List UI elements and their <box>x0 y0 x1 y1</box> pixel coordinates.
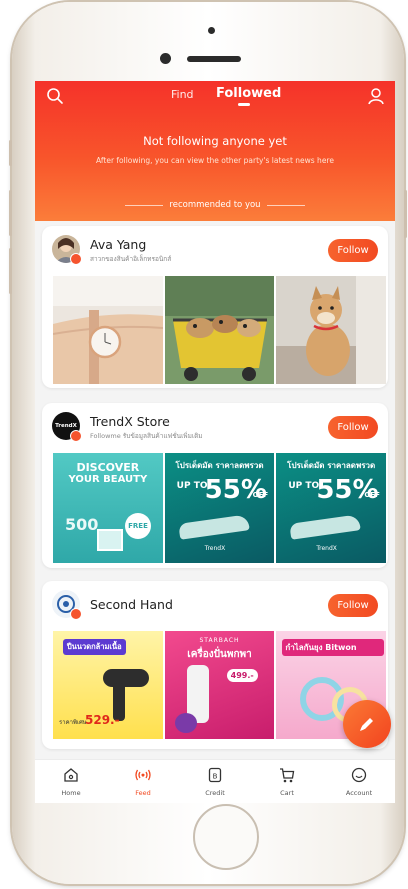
front-sensor <box>208 27 215 34</box>
empty-state-subtitle: After following, you can view the other … <box>96 156 334 165</box>
user-icon[interactable] <box>364 84 388 108</box>
mute-switch <box>9 140 12 166</box>
nav-label: Credit <box>205 789 225 797</box>
product-thumbnails <box>53 276 387 384</box>
up-to-55-off-banner[interactable]: โปรเด็ดมัด ราคาลดพรวด UP TO 55% OFF Tren… <box>164 453 275 563</box>
banner-discount: 55% <box>316 475 379 505</box>
banner-up-to: UP TO <box>176 481 208 491</box>
store-card-trendx-store[interactable]: TrendX TrendX Store Followme รับข้อมูลสิ… <box>42 403 388 568</box>
top-bar: Find Followed <box>35 81 395 111</box>
banner-line1: DISCOVER <box>76 461 140 474</box>
bottom-navigation: Home Feed B Credit Cart Account <box>35 759 395 803</box>
divider-right <box>267 205 305 206</box>
pencil-icon[interactable] <box>343 700 391 748</box>
verified-badge-icon <box>70 608 82 620</box>
volume-down-button <box>9 248 12 294</box>
svg-text:B: B <box>213 773 218 781</box>
fruit-shape <box>174 713 197 733</box>
product-thumbnails: DISCOVER YOUR BEAUTY 500 FREE โปรเด็ดมัด… <box>53 453 387 563</box>
price-label: ราคาพิเศษ <box>59 719 87 726</box>
banner-headline: โปรเด็ดมัด ราคาลดพรวด <box>287 461 376 470</box>
watch-on-wrist-photo[interactable] <box>53 276 163 384</box>
card-header: Second Hand Follow <box>42 581 388 629</box>
banner-headline: เครื่องปั่นพกพา <box>187 649 252 660</box>
front-camera <box>160 53 171 64</box>
empty-state-title: Not following anyone yet <box>143 134 287 148</box>
banner-brand: TrendX <box>204 545 226 552</box>
card-header: Ava Yang สาวกของสินค้าอิเล็กทรอนิกส์ Fol… <box>42 226 388 274</box>
price-tag: 499.- <box>226 669 258 682</box>
banner-off: OFF <box>364 491 380 499</box>
follow-button[interactable]: Follow <box>328 239 378 262</box>
puppies-in-wagon-photo[interactable] <box>164 276 275 384</box>
nav-label: Cart <box>280 789 294 797</box>
portable-blender-banner[interactable]: STARBACH เครื่องปั่นพกพา 499.- <box>164 631 275 739</box>
banner-headline: กำไลกันยุง Bitwon <box>282 639 385 656</box>
app-screen: Find Followed Not following anyone yet A… <box>35 81 395 803</box>
store-name[interactable]: Second Hand <box>90 597 173 612</box>
banner-up-to: UP TO <box>288 481 320 491</box>
store-name[interactable]: Ava Yang <box>90 237 146 252</box>
banner-off: OFF <box>252 491 269 499</box>
earpiece-speaker <box>187 56 241 62</box>
free-gift-badge: FREE <box>125 513 151 539</box>
header: Find Followed Not following anyone yet A… <box>35 81 395 221</box>
store-card-ava-yang[interactable]: Ava Yang สาวกของสินค้าอิเล็กทรอนิกส์ Fol… <box>42 226 388 388</box>
product-thumbnails: ปืนนวดกล้ามเนื้อ ราคาพิเศษ 529.- STARBAC… <box>53 631 387 739</box>
gift-box-icon <box>97 529 123 551</box>
banner-big-number: 500 <box>65 515 99 534</box>
recommended-label: recommended to you <box>169 200 261 210</box>
volume-up-button <box>9 190 12 236</box>
credit-icon: B <box>208 767 222 783</box>
follow-button[interactable]: Follow <box>328 416 378 439</box>
sneaker-shape <box>289 514 362 540</box>
home-button[interactable] <box>193 804 259 870</box>
banner-headline: โปรเด็ดมัด ราคาลดพรวด <box>175 461 264 470</box>
avatar-text: TrendX <box>55 423 77 429</box>
store-card-second-hand[interactable]: Second Hand Follow ปืนนวดกล้ามเนื้อ ราคา… <box>42 581 388 749</box>
sneaker-shape <box>177 514 250 540</box>
up-to-55-off-banner[interactable]: โปรเด็ดมัด ราคาลดพรวด UP TO 55% OFF Tren… <box>276 453 387 563</box>
verified-badge-icon <box>70 253 82 265</box>
massage-gun-shape <box>103 669 149 687</box>
power-button <box>404 190 407 238</box>
store-description: สาวกของสินค้าอิเล็กทรอนิกส์ <box>90 255 172 263</box>
card-header: TrendX TrendX Store Followme รับข้อมูลสิ… <box>42 403 388 451</box>
nav-feed[interactable]: Feed <box>113 766 173 797</box>
nav-account[interactable]: Account <box>329 766 389 797</box>
banner-discount: 55% <box>204 475 267 505</box>
nav-credit[interactable]: B Credit <box>185 766 245 797</box>
cart-icon <box>280 768 295 783</box>
discover-beauty-banner[interactable]: DISCOVER YOUR BEAUTY 500 FREE <box>53 453 163 563</box>
banner-brand: TrendX <box>316 545 337 552</box>
store-description: Followme รับข้อมูลสินค้าแฟชั่นเพิ่มเติม <box>90 432 203 440</box>
banner-line2: YOUR BEAUTY <box>68 474 148 485</box>
nav-label: Account <box>345 789 373 797</box>
massage-gun-banner[interactable]: ปืนนวดกล้ามเนื้อ ราคาพิเศษ 529.- <box>53 631 163 739</box>
follow-button[interactable]: Follow <box>328 594 378 617</box>
search-icon[interactable] <box>43 84 67 108</box>
price-tag: 529.- <box>85 713 120 727</box>
nav-home[interactable]: Home <box>41 766 101 797</box>
nav-cart[interactable]: Cart <box>257 766 317 797</box>
verified-badge-icon <box>70 430 82 442</box>
feed-broadcast-icon <box>135 769 151 781</box>
nav-label: Feed <box>135 789 151 797</box>
shiba-dog-photo[interactable] <box>276 276 387 384</box>
account-icon <box>351 767 367 783</box>
active-tab-indicator <box>238 103 250 106</box>
banner-brand: STARBACH <box>199 637 240 644</box>
tab-find[interactable]: Find <box>171 88 194 101</box>
banner-headline: ปืนนวดกล้ามเนื้อ <box>63 639 126 655</box>
store-name[interactable]: TrendX Store <box>90 414 170 429</box>
nav-label: Home <box>61 789 81 797</box>
tab-followed[interactable]: Followed <box>216 86 281 101</box>
home-icon <box>64 768 78 782</box>
